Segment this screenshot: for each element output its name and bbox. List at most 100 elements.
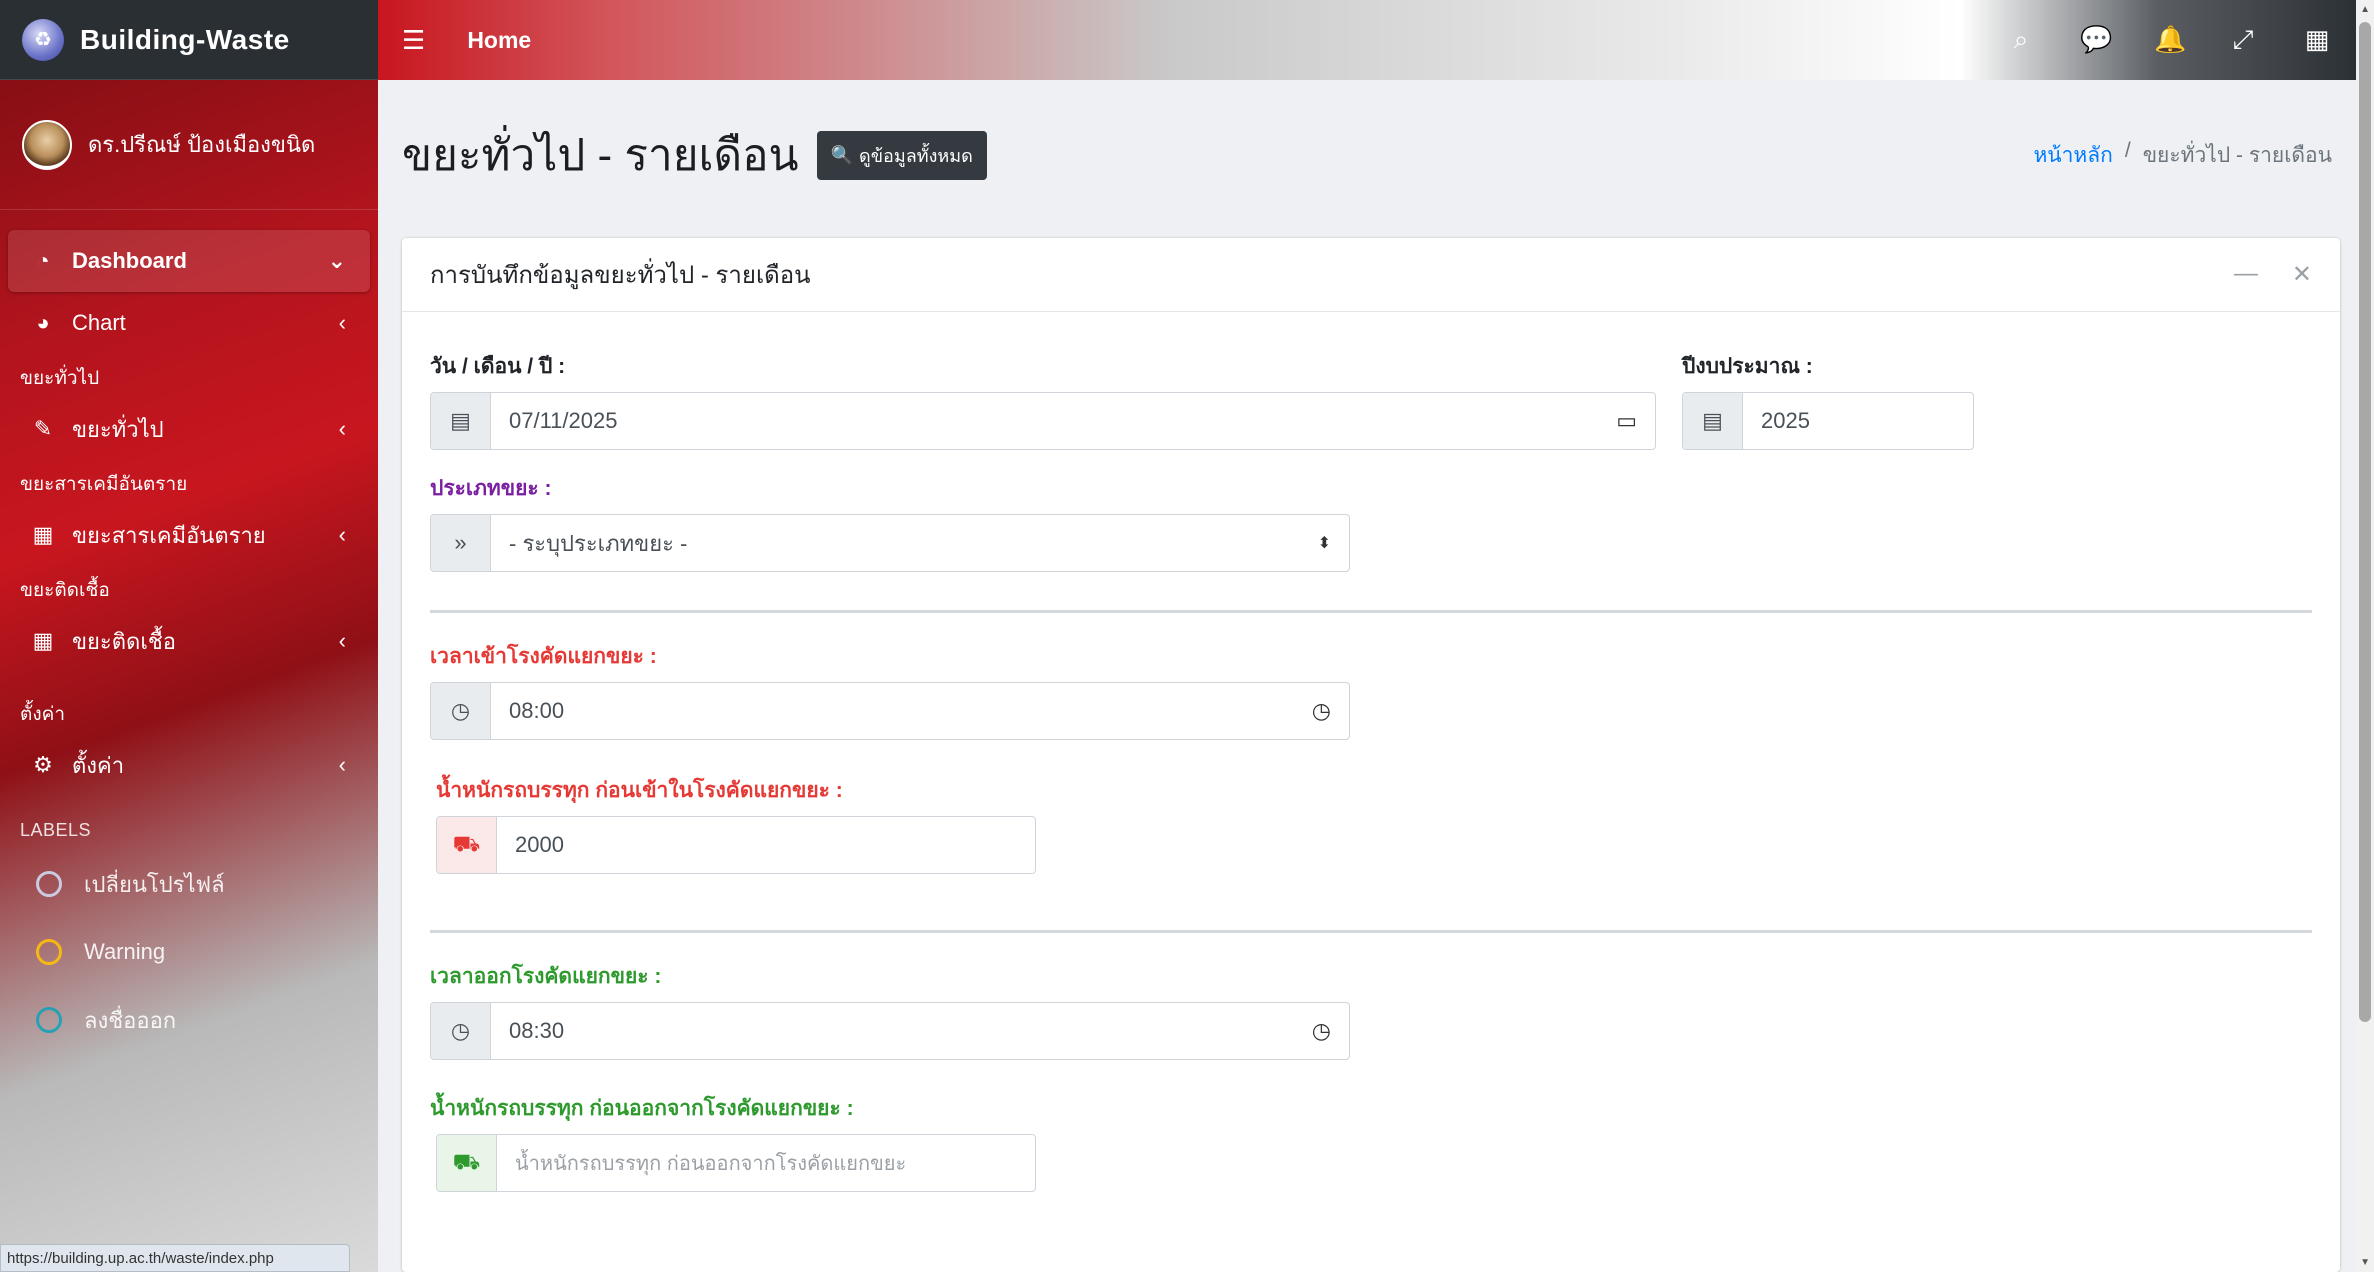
entry-weight-input-group: ⛟ 2000 bbox=[436, 816, 1036, 874]
brand-logo: ♻ bbox=[22, 18, 64, 61]
date-label: วัน / เดือน / ปี : bbox=[430, 355, 566, 378]
chevron-left-icon: ‹ bbox=[338, 310, 346, 335]
top-icons: ⌕ 💬 🔔 ⤢ ▦ bbox=[2006, 24, 2332, 56]
entry-time-input[interactable]: 08:00 ◷ bbox=[491, 683, 1349, 739]
exit-time-value: 08:30 bbox=[509, 1018, 565, 1043]
top-navbar: ☰ Home ⌕ 💬 🔔 ⤢ ▦ bbox=[378, 0, 2356, 80]
sidebar-item-label: ตั้งค่า bbox=[72, 752, 125, 778]
circle-icon bbox=[36, 871, 62, 897]
user-panel[interactable]: ดร.ปรีณษ์ ป้องเมืองขนิด bbox=[0, 80, 378, 210]
cogs-icon: ⚙ bbox=[33, 752, 53, 777]
search-plus-icon: 🔍 bbox=[830, 144, 854, 165]
entry-weight-input[interactable]: 2000 bbox=[497, 817, 1035, 873]
sidebar-item-settings[interactable]: ⚙ ตั้งค่า ‹ bbox=[8, 734, 370, 796]
time-picker-icon[interactable]: ◷ bbox=[1312, 698, 1331, 724]
double-chevron-right-icon: » bbox=[431, 515, 491, 571]
waste-type-select[interactable]: - ระบุประเภทขยะ - ⬍ bbox=[491, 515, 1349, 571]
page-scrollbar[interactable]: ▲ ▼ bbox=[2356, 0, 2374, 1272]
fiscal-year-input[interactable]: 2025 bbox=[1743, 393, 1973, 449]
sidebar-item-label: Dashboard bbox=[72, 248, 187, 273]
waste-type-label: ประเภทขยะ : bbox=[430, 477, 552, 500]
date-picker-icon[interactable]: ▭ bbox=[1616, 408, 1637, 434]
sidebar-item-chemical-waste[interactable]: ▦ ขยะสารเคมีอันตราย ‹ bbox=[8, 504, 370, 566]
waste-type-value: - ระบุประเภทขยะ - bbox=[509, 530, 688, 556]
fullscreen-icon[interactable]: ⤢ bbox=[2228, 24, 2258, 56]
sidebar-nav: ◔ Dashboard ⌄ ◕ Chart ‹ ขยะทั่วไป ✎ ขยะท… bbox=[0, 210, 378, 1054]
truck-icon: ⛟ bbox=[437, 1135, 497, 1191]
exit-time-input[interactable]: 08:30 ◷ bbox=[491, 1003, 1349, 1059]
entry-time-input-group: ◷ 08:00 ◷ bbox=[430, 682, 1350, 740]
labels-header: LABELS bbox=[20, 819, 92, 840]
fiscal-year-label: ปีงบประมาณ : bbox=[1682, 355, 1813, 378]
breadcrumb: หน้าหลัก / ขยะทั่วไป - รายเดือน bbox=[2033, 139, 2332, 172]
view-all-button[interactable]: 🔍 ดูข้อมูลทั้งหมด bbox=[816, 130, 987, 180]
chevron-left-icon: ‹ bbox=[338, 628, 346, 653]
date-input[interactable]: 07/11/2025 ▭ bbox=[491, 393, 1655, 449]
exit-weight-label: น้ำหนักรถบรรทุก ก่อนออกจากโรงคัดแยกขยะ : bbox=[430, 1097, 854, 1120]
calendar-icon: ▤ bbox=[431, 393, 491, 449]
entry-weight-label: น้ำหนักรถบรรทุก ก่อนเข้าในโรงคัดแยกขยะ : bbox=[436, 779, 843, 802]
view-all-label: ดูข้อมูลทั้งหมด bbox=[859, 145, 973, 166]
sidebar-item-infectious-waste[interactable]: ▦ ขยะติดเชื้อ ‹ bbox=[8, 610, 370, 672]
fiscal-year-input-group: ▤ 2025 bbox=[1682, 392, 1974, 450]
select-arrows-icon: ⬍ bbox=[1317, 535, 1331, 552]
pie-chart-icon: ◕ bbox=[36, 310, 50, 335]
exit-weight-input-group: ⛟ น้ำหนักรถบรรทุก ก่อนออกจากโรงคัดแยกขยะ bbox=[436, 1134, 1036, 1192]
chevron-left-icon: ‹ bbox=[338, 752, 346, 777]
entry-time-value: 08:00 bbox=[509, 698, 565, 723]
exit-weight-input[interactable]: น้ำหนักรถบรรทุก ก่อนออกจากโรงคัดแยกขยะ bbox=[497, 1135, 1035, 1191]
edit-icon: ✎ bbox=[33, 416, 53, 441]
scrollbar-thumb[interactable] bbox=[2359, 22, 2371, 1022]
sidebar-item-label: ขยะติดเชื้อ bbox=[72, 628, 176, 654]
scroll-down-icon[interactable]: ▼ bbox=[2360, 1257, 2370, 1268]
chevron-down-icon: ⌄ bbox=[327, 248, 346, 273]
table-icon: ▦ bbox=[32, 522, 54, 547]
section-divider bbox=[430, 930, 2312, 933]
brand[interactable]: ♻ Building-Waste bbox=[0, 0, 378, 80]
status-bar-url: https://building.up.ac.th/waste/index.ph… bbox=[0, 1244, 350, 1272]
clock-icon: ◷ bbox=[431, 683, 491, 739]
sidebar-item-label: ขยะสารเคมีอันตราย bbox=[72, 522, 266, 548]
sidebar-header-chemical: ขยะสารเคมีอันตราย bbox=[20, 474, 188, 495]
exit-weight-placeholder: น้ำหนักรถบรรทุก ก่อนออกจากโรงคัดแยกขยะ bbox=[515, 1153, 907, 1175]
bell-icon[interactable]: 🔔 bbox=[2154, 24, 2186, 56]
grid-icon[interactable]: ▦ bbox=[2302, 24, 2332, 56]
section-divider bbox=[430, 610, 2312, 613]
collapse-icon[interactable]: — bbox=[2234, 260, 2258, 289]
breadcrumb-separator: / bbox=[2124, 138, 2131, 162]
fiscal-year-value: 2025 bbox=[1761, 408, 1810, 433]
avatar bbox=[22, 119, 72, 170]
truck-icon: ⛟ bbox=[437, 817, 497, 873]
sidebar-item-general-waste[interactable]: ✎ ขยะทั่วไป ‹ bbox=[8, 398, 370, 460]
home-link[interactable]: Home bbox=[467, 27, 531, 54]
chevron-left-icon: ‹ bbox=[338, 522, 346, 547]
sidebar: ♻ Building-Waste ดร.ปรีณษ์ ป้องเมืองขนิด… bbox=[0, 0, 378, 1272]
time-picker-icon[interactable]: ◷ bbox=[1312, 1018, 1331, 1044]
page-title: ขยะทั่วไป - รายเดือน bbox=[402, 131, 799, 180]
exit-time-input-group: ◷ 08:30 ◷ bbox=[430, 1002, 1350, 1060]
sidebar-item-dashboard[interactable]: ◔ Dashboard ⌄ bbox=[8, 230, 370, 292]
label-item-text: ลงชื่อออก bbox=[84, 1007, 177, 1033]
dashboard-icon: ◔ bbox=[36, 248, 50, 273]
close-icon[interactable]: ✕ bbox=[2292, 260, 2312, 289]
sidebar-header-infectious: ขยะติดเชื้อ bbox=[20, 580, 110, 601]
sidebar-item-chart[interactable]: ◕ Chart ‹ bbox=[8, 292, 370, 354]
content-header: ขยะทั่วไป - รายเดือน 🔍 ดูข้อมูลทั้งหมด ห… bbox=[378, 80, 2356, 230]
card-tools: — ✕ bbox=[2234, 260, 2312, 289]
table-icon: ▦ bbox=[32, 628, 54, 653]
main-content: ขยะทั่วไป - รายเดือน 🔍 ดูข้อมูลทั้งหมด ห… bbox=[378, 80, 2356, 1272]
sidebar-header-settings: ตั้งค่า bbox=[20, 704, 65, 725]
menu-icon[interactable]: ☰ bbox=[402, 25, 425, 56]
clock-icon: ◷ bbox=[431, 1003, 491, 1059]
exit-time-label: เวลาออกโรงคัดแยกขยะ : bbox=[430, 965, 662, 988]
sidebar-item-label: Chart bbox=[72, 310, 126, 335]
breadcrumb-home[interactable]: หน้าหลัก bbox=[2033, 139, 2112, 172]
label-item-warning[interactable]: Warning bbox=[8, 918, 370, 986]
label-item-logout[interactable]: ลงชื่อออก bbox=[8, 986, 370, 1054]
comments-icon[interactable]: 💬 bbox=[2080, 24, 2112, 56]
scroll-up-icon[interactable]: ▲ bbox=[2360, 4, 2370, 15]
label-item-profile[interactable]: เปลี่ยนโปรไฟล์ bbox=[8, 850, 370, 918]
search-icon[interactable]: ⌕ bbox=[2006, 24, 2036, 56]
entry-time-label: เวลาเข้าโรงคัดแยกขยะ : bbox=[430, 645, 657, 668]
user-name[interactable]: ดร.ปรีณษ์ ป้องเมืองขนิด bbox=[88, 127, 315, 162]
